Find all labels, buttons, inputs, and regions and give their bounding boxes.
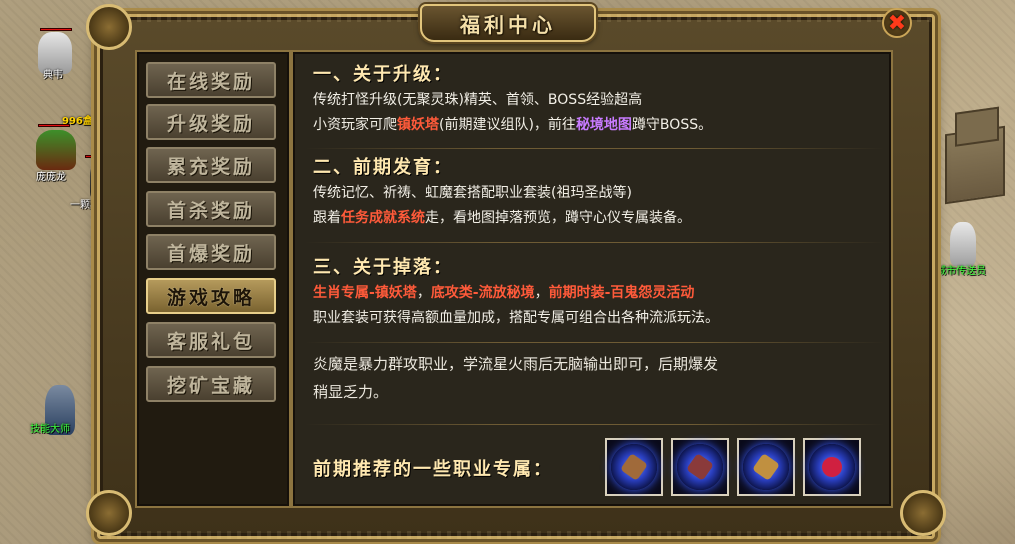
npc-hp-bar xyxy=(38,124,70,127)
sidebar-item-recharge-reward[interactable]: 累充奖励 xyxy=(146,147,276,183)
close-button[interactable]: ✖ xyxy=(882,8,912,38)
sidebar-menu: 在线奖励 升级奖励 累充奖励 首杀奖励 首爆奖励 游戏攻略 客服礼包 挖矿宝藏 xyxy=(135,50,291,508)
text-span: 蹲守BOSS。 xyxy=(631,117,713,133)
sidebar-item-first-drop-reward[interactable]: 首爆奖励 xyxy=(146,234,276,270)
text-span: 小资玩家可爬 xyxy=(313,117,397,133)
npc-name-label: 城市传送员 xyxy=(936,266,986,277)
equip-slot[interactable] xyxy=(737,438,795,496)
section-line: 小资玩家可爬镇妖塔(前期建议组队)，前往秘境地图蹲守BOSS。 xyxy=(313,113,712,138)
npc-name-label: 技能大师 xyxy=(30,424,70,435)
section-class-note: 炎魔是暴力群攻职业，学流星火雨后无脑输出即可，后期爆发 稍显乏力。 xyxy=(313,350,718,406)
section-divider xyxy=(305,148,885,149)
ring-icon xyxy=(809,444,855,490)
equip-slot[interactable] xyxy=(803,438,861,496)
section-line: 跟着任务成就系统走，看地图掉落预览，蹲守心仪专属装备。 xyxy=(313,206,691,231)
section-line: 职业套装可获得高额血量加成，搭配专属可组合出各种流派玩法。 xyxy=(313,310,719,326)
section-leveling: 一、关于升级： 传统打怪升级(无聚灵珠)精英、首领、BOSS经验超高 小资玩家可… xyxy=(313,62,712,138)
crates-scenery xyxy=(945,125,1005,205)
frame-corner-ornament xyxy=(86,490,132,536)
text-span: 跟着 xyxy=(313,210,341,226)
text-span: ， xyxy=(416,285,431,301)
recommend-label: 前期推荐的一些职业专属： xyxy=(313,459,553,480)
npc-name-label: 庞庞龙 xyxy=(36,172,66,183)
npc-hp-bar xyxy=(40,28,72,31)
section-title: 一、关于升级： xyxy=(313,64,453,85)
gauntlet-icon xyxy=(611,444,657,490)
sidebar-item-service-gift[interactable]: 客服礼包 xyxy=(146,322,276,358)
close-icon: ✖ xyxy=(887,10,907,36)
text-span: ， xyxy=(534,285,549,301)
item-core xyxy=(818,453,846,481)
sidebar-item-game-guide[interactable]: 游戏攻略 xyxy=(146,278,276,314)
npc-name-label: 典韦 xyxy=(43,70,63,81)
sidebar-item-first-kill-reward[interactable]: 首杀奖励 xyxy=(146,191,276,227)
guide-content: 一、关于升级： 传统打怪升级(无聚灵珠)精英、首领、BOSS经验超高 小资玩家可… xyxy=(291,50,893,508)
sidebar-item-online-reward[interactable]: 在线奖励 xyxy=(146,62,276,98)
text-span: (前期建议组队)，前往 xyxy=(439,117,576,133)
section-title: 三、关于掉落： xyxy=(313,257,453,278)
highlight-drop-source: 生肖专属-镇妖塔 xyxy=(313,285,417,301)
section-divider xyxy=(305,242,885,243)
item-core xyxy=(620,453,648,481)
highlight-secret-map: 秘境地图 xyxy=(575,117,632,133)
npc-figure[interactable] xyxy=(950,222,976,266)
frame-corner-ornament xyxy=(900,490,946,536)
helmet-icon xyxy=(677,444,723,490)
text-span: 走，看地图掉落预览，蹲守心仪专属装备。 xyxy=(425,210,691,226)
section-line: 传统记忆、祈祷、虹魔套搭配职业套装(祖玛圣战等) xyxy=(313,185,632,201)
section-divider xyxy=(305,342,885,343)
window-title: 福利中心 xyxy=(460,12,556,37)
section-line: 生肖专属-镇妖塔，底攻类-流放秘境，前期时装-百鬼怨灵活动 xyxy=(313,281,719,306)
section-divider xyxy=(305,424,885,425)
bracer-icon xyxy=(743,444,789,490)
section-title: 二、前期发育： xyxy=(313,157,453,178)
item-core xyxy=(686,453,714,481)
section-line: 传统打怪升级(无聚灵珠)精英、首领、BOSS经验超高 xyxy=(313,92,643,108)
section-early-growth: 二、前期发育： 传统记忆、祈祷、虹魔套搭配职业套装(祖玛圣战等) 跟着任务成就系… xyxy=(313,155,691,231)
window-title-plate: 福利中心 xyxy=(420,4,596,42)
sidebar-item-level-reward[interactable]: 升级奖励 xyxy=(146,104,276,140)
section-drops: 三、关于掉落： 生肖专属-镇妖塔，底攻类-流放秘境，前期时装-百鬼怨灵活动 职业… xyxy=(313,255,719,331)
frame-corner-ornament xyxy=(86,4,132,50)
sidebar-item-mining-treasure[interactable]: 挖矿宝藏 xyxy=(146,366,276,402)
equip-slot[interactable] xyxy=(671,438,729,496)
highlight-drop-source: 前期时装-百鬼怨灵活动 xyxy=(548,285,695,301)
highlight-task-system: 任务成就系统 xyxy=(341,210,425,226)
section-line: 稍显乏力。 xyxy=(313,383,389,401)
npc-figure[interactable] xyxy=(36,130,76,170)
section-line: 炎魔是暴力群攻职业，学流星火雨后无脑输出即可，后期爆发 xyxy=(313,355,719,373)
equip-slot[interactable] xyxy=(605,438,663,496)
highlight-drop-source: 底攻类-流放秘境 xyxy=(430,285,535,301)
item-core xyxy=(752,453,780,481)
highlight-zhenyao-tower: 镇妖塔 xyxy=(397,117,439,133)
